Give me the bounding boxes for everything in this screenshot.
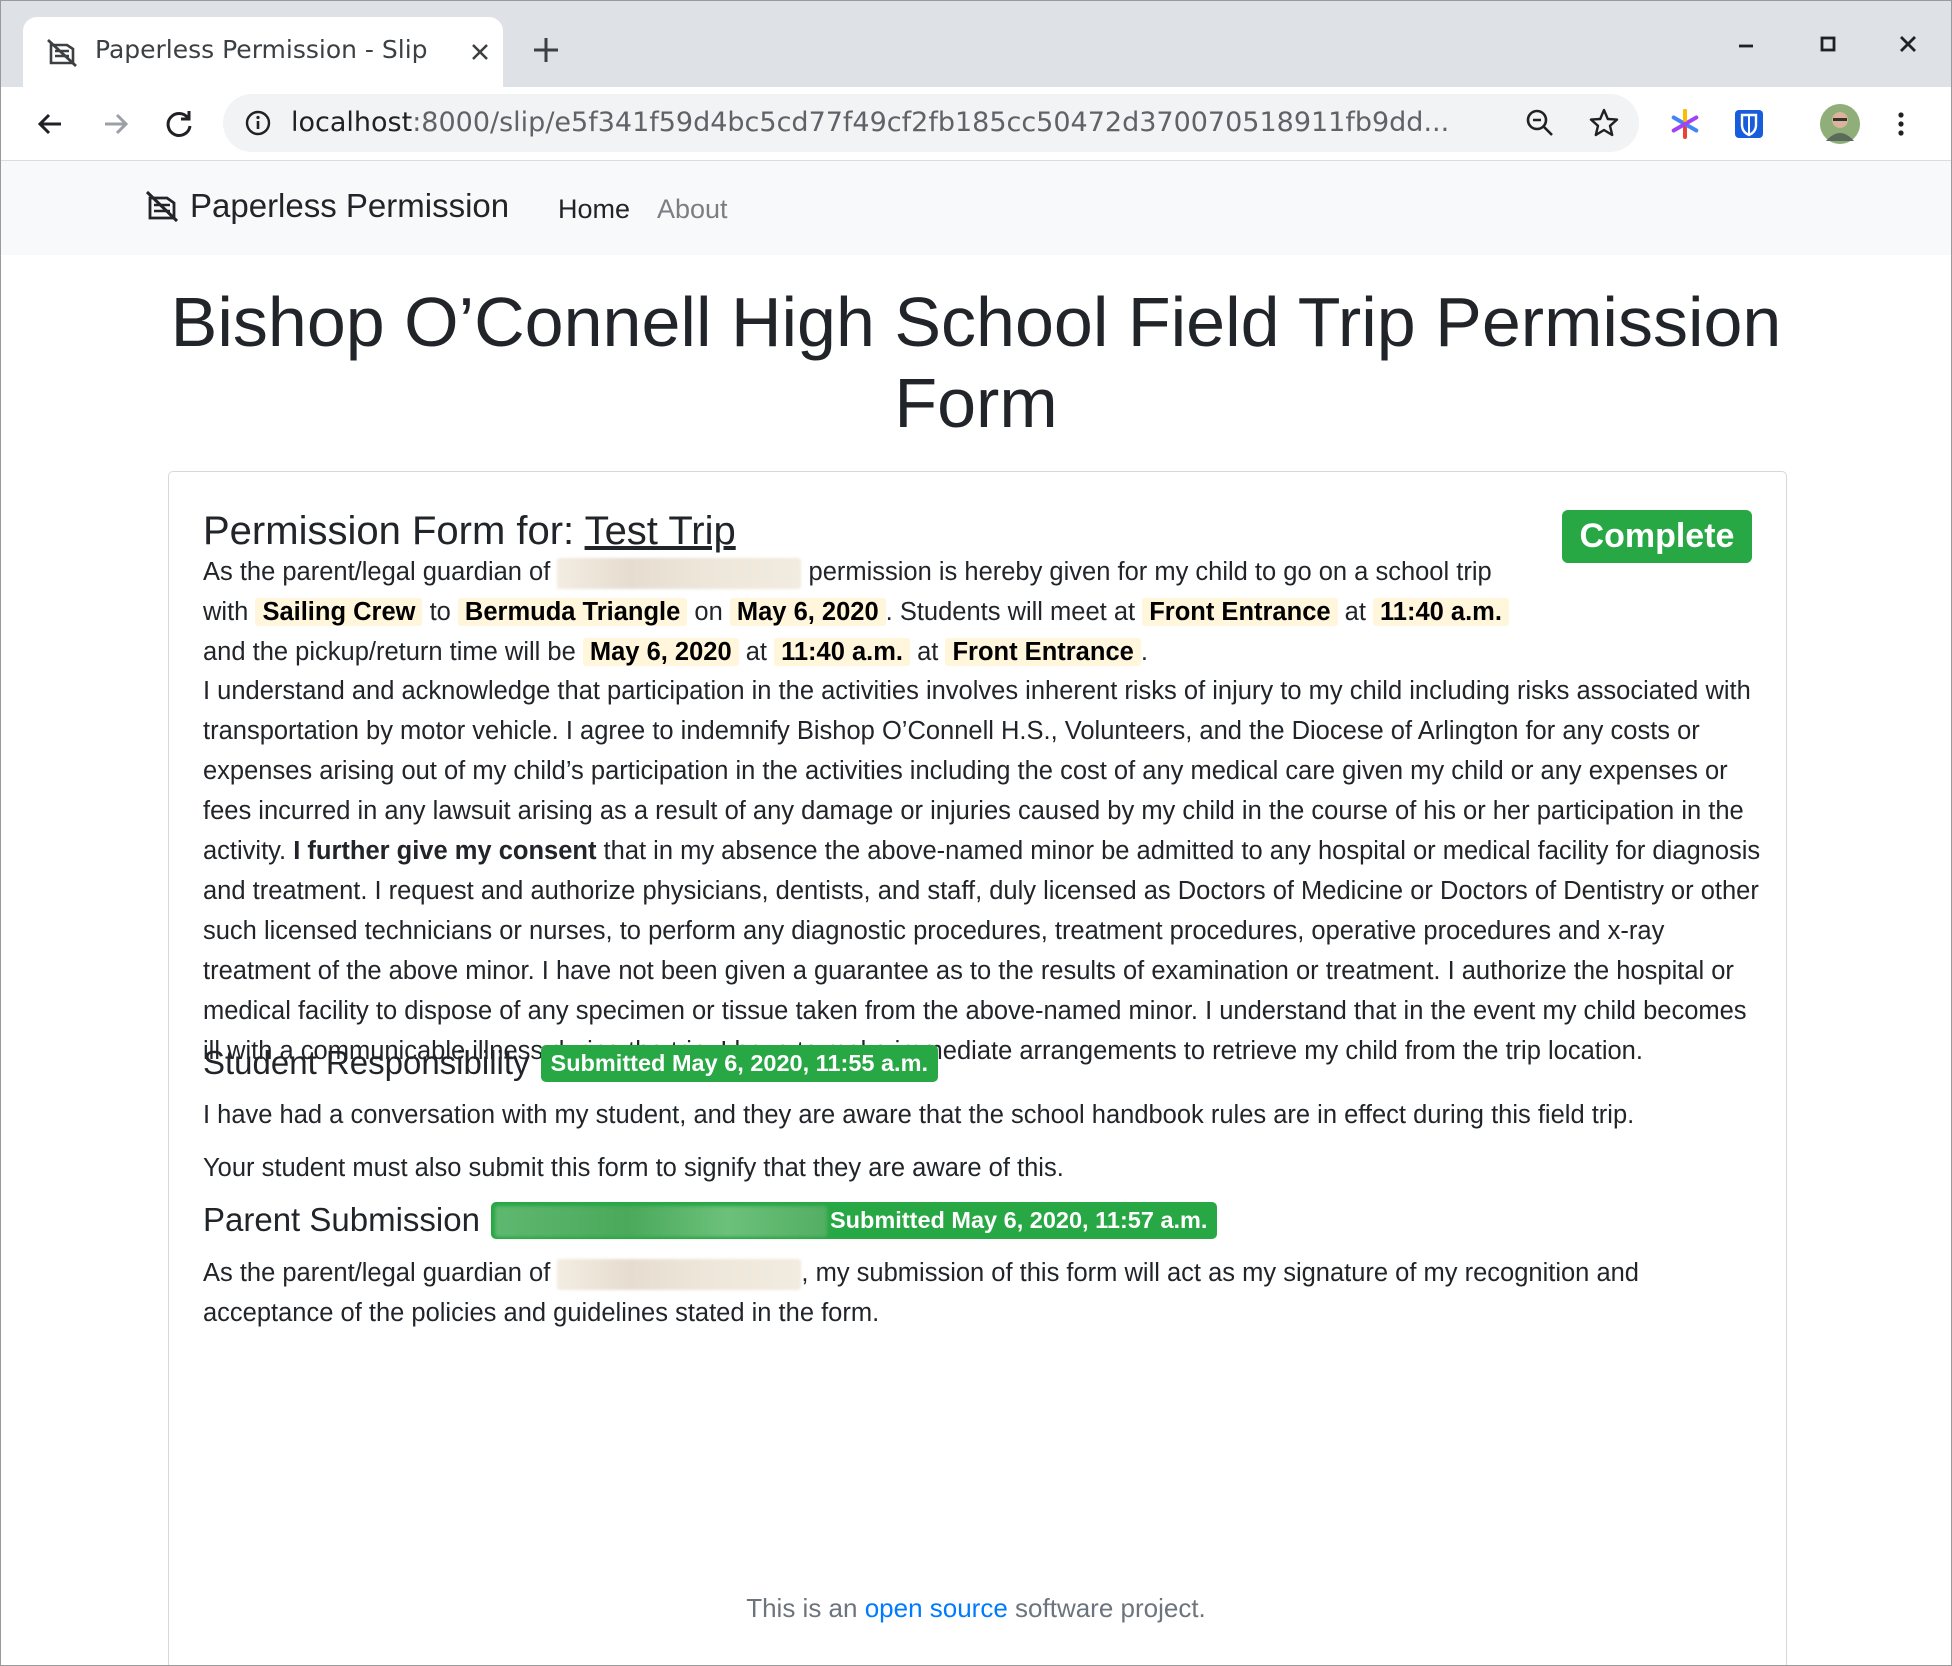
minimize-icon[interactable] xyxy=(1731,29,1761,59)
footer-text: This is an xyxy=(746,1593,865,1623)
status-badge: Complete xyxy=(1562,510,1752,563)
url-host: localhost xyxy=(291,107,413,138)
redacted-parent-name xyxy=(494,1205,827,1237)
intro-text: at xyxy=(738,638,775,666)
info-icon[interactable] xyxy=(243,108,273,138)
permission-form-card: Permission Form for: Test Trip Complete … xyxy=(168,471,1787,1665)
intro-text: at xyxy=(910,638,946,666)
meeting-time: 11:40 a.m. xyxy=(1373,598,1509,626)
close-window-icon[interactable] xyxy=(1893,29,1923,59)
waiver-paragraph: I understand and acknowledge that partic… xyxy=(203,671,1763,1071)
footer-text: software project. xyxy=(1007,1593,1206,1623)
consent-emphasis: I further give my consent xyxy=(293,837,597,865)
brand-link[interactable]: Paperless Permission xyxy=(144,187,509,225)
parent-badge-text: Submitted May 6, 2020, 11:57 a.m. xyxy=(829,1206,1208,1233)
redacted-student-name xyxy=(557,557,802,589)
menu-kebab-icon[interactable] xyxy=(1883,106,1919,142)
return-place: Front Entrance xyxy=(945,638,1141,666)
back-arrow-icon[interactable] xyxy=(33,106,69,142)
trip-name-link[interactable]: Test Trip xyxy=(585,509,736,553)
intro-text: on xyxy=(687,598,730,626)
meeting-place: Front Entrance xyxy=(1142,598,1338,626)
site-navbar: Paperless Permission Home About xyxy=(1,161,1951,255)
nav-about-link[interactable]: About xyxy=(657,194,728,225)
nav-home-link[interactable]: Home xyxy=(558,194,630,225)
form-heading: Permission Form for: Test Trip xyxy=(203,509,736,554)
parent-submitted-badge: Submitted May 6, 2020, 11:57 a.m. xyxy=(490,1201,1218,1239)
reload-icon[interactable] xyxy=(161,106,197,142)
browser-tab[interactable]: Paperless Permission - Slip xyxy=(23,17,503,87)
destination: Bermuda Triangle xyxy=(457,598,688,626)
parent-heading-text: Parent Submission xyxy=(203,1201,480,1238)
url-text[interactable]: localhost:8000/slip/e5f341f59d4bc5cd77f4… xyxy=(291,107,1531,138)
password-manager-shield-icon[interactable] xyxy=(1731,106,1767,142)
parent-text: As the parent/legal guardian of xyxy=(203,1259,558,1287)
form-heading-prefix: Permission Form for: xyxy=(203,509,585,553)
bookmark-star-icon[interactable] xyxy=(1587,106,1621,140)
intro-text: to xyxy=(422,598,458,626)
forward-arrow-icon[interactable] xyxy=(97,106,133,142)
student-responsibility-heading: Student Responsibility Submitted May 6, … xyxy=(203,1044,939,1082)
page-viewport: Paperless Permission Home About Bishop O… xyxy=(1,161,1951,1665)
browser-window: Paperless Permission - Slip localhost:80… xyxy=(0,0,1952,1666)
parent-paragraph: As the parent/legal guardian of , my sub… xyxy=(203,1253,1763,1333)
trip-details-paragraph: As the parent/legal guardian of permissi… xyxy=(203,552,1523,672)
group-name: Sailing Crew xyxy=(255,598,423,626)
student-paragraph: I have had a conversation with my studen… xyxy=(203,1101,1635,1129)
student-heading-text: Student Responsibility xyxy=(203,1044,530,1081)
intro-text: . Students will meet at xyxy=(885,598,1143,626)
tab-title: Paperless Permission - Slip xyxy=(95,35,428,64)
departure-date: May 6, 2020 xyxy=(729,598,886,626)
tab-strip: Paperless Permission - Slip xyxy=(1,1,1951,87)
close-tab-icon[interactable] xyxy=(467,39,493,65)
redacted-student-name xyxy=(557,1258,802,1290)
student-submitted-badge: Submitted May 6, 2020, 11:55 a.m. xyxy=(540,1044,939,1082)
zoom-icon[interactable] xyxy=(1523,106,1557,140)
waiver-text: that in my absence the above-named minor… xyxy=(203,837,1761,1065)
parent-submission-heading: Parent Submission Submitted May 6, 2020,… xyxy=(203,1201,1218,1239)
url-path: :8000/slip/e5f341f59d4bc5cd77f49cf2fb185… xyxy=(412,107,1450,138)
page-title: Bishop O’Connell High School Field Trip … xyxy=(170,283,1782,442)
student-note-paragraph: Your student must also submit this form … xyxy=(203,1154,1064,1182)
footer: This is an open source software project. xyxy=(1,1593,1951,1624)
intro-text: . xyxy=(1140,638,1148,666)
open-source-link[interactable]: open source xyxy=(865,1593,1008,1623)
maximize-icon[interactable] xyxy=(1813,29,1843,59)
intro-text: at xyxy=(1337,598,1373,626)
return-time: 11:40 a.m. xyxy=(774,638,911,666)
no-sign-icon xyxy=(47,38,77,67)
intro-text: As the parent/legal guardian of xyxy=(203,558,558,586)
address-bar[interactable]: localhost:8000/slip/e5f341f59d4bc5cd77f4… xyxy=(223,94,1639,152)
no-sign-icon xyxy=(145,190,179,223)
new-tab-icon[interactable] xyxy=(529,33,563,67)
browser-toolbar: localhost:8000/slip/e5f341f59d4bc5cd77f4… xyxy=(1,87,1951,161)
brand-name: Paperless Permission xyxy=(190,187,510,224)
intro-text: and the pickup/return time will be xyxy=(203,638,583,666)
profile-avatar-icon[interactable] xyxy=(1819,103,1861,145)
extension-asterisk-icon[interactable] xyxy=(1667,106,1703,142)
return-date: May 6, 2020 xyxy=(582,638,739,666)
